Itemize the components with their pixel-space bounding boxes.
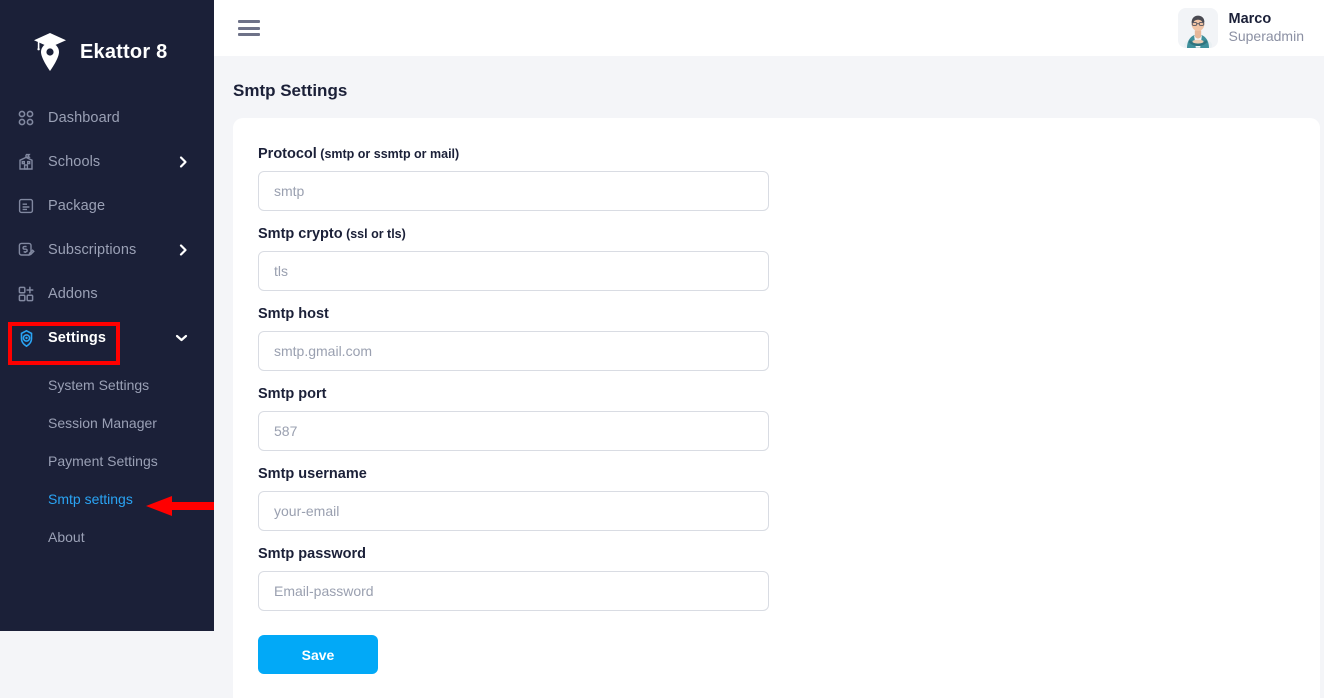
- smtp-host-input[interactable]: [258, 331, 769, 371]
- label-text: Smtp username: [258, 466, 367, 482]
- gear-icon: [16, 328, 36, 348]
- main-content: Smtp Settings Protocol (smtp or ssmtp or…: [214, 56, 1324, 698]
- sidebar: Ekattor 8 Dashboard Schools Package Subs…: [0, 0, 214, 631]
- smtp-password-input[interactable]: [258, 571, 769, 611]
- top-header: Marco Superadmin: [214, 0, 1324, 56]
- protocol-input[interactable]: [258, 171, 769, 211]
- field-protocol: Protocol (smtp or ssmtp or mail): [258, 146, 1320, 226]
- submenu-item-label: System Settings: [48, 377, 150, 393]
- sidebar-item-label: Package: [48, 198, 106, 214]
- sidebar-item-label: Subscriptions: [48, 242, 137, 258]
- smtp-settings-card: Protocol (smtp or ssmtp or mail) Smtp cr…: [233, 118, 1320, 698]
- label-text: Protocol: [258, 146, 317, 162]
- field-smtp-password: Smtp password: [258, 546, 1320, 626]
- label-text: Smtp port: [258, 386, 327, 402]
- sidebar-item-package[interactable]: Package: [0, 184, 214, 228]
- sidebar-item-label: Settings: [48, 330, 106, 346]
- sidebar-item-smtp-settings[interactable]: Smtp settings: [0, 480, 214, 518]
- avatar: [1177, 8, 1218, 48]
- sidebar-item-label: Schools: [48, 154, 101, 170]
- label-text: Smtp crypto: [258, 226, 343, 242]
- grid-dots-icon: [16, 108, 36, 128]
- smtp-crypto-input[interactable]: [258, 251, 769, 291]
- field-label-smtp-port: Smtp port: [258, 386, 1320, 402]
- submenu-item-label: About: [48, 529, 85, 545]
- submenu-item-label: Payment Settings: [48, 453, 158, 469]
- label-text: Smtp host: [258, 306, 329, 322]
- submenu-item-label: Session Manager: [48, 415, 157, 431]
- user-role: Superadmin: [1228, 28, 1305, 45]
- sidebar-item-label: Addons: [48, 286, 98, 302]
- field-label-smtp-crypto: Smtp crypto (ssl or tls): [258, 226, 1320, 242]
- user-menu[interactable]: Marco Superadmin: [1177, 8, 1305, 48]
- chevron-right-icon[interactable]: [179, 156, 188, 169]
- brand[interactable]: Ekattor 8: [0, 0, 214, 80]
- sidebar-item-about[interactable]: About: [0, 518, 214, 556]
- sidebar-item-payment-settings[interactable]: Payment Settings: [0, 442, 214, 480]
- sidebar-item-settings[interactable]: Settings: [0, 316, 214, 360]
- field-smtp-host: Smtp host: [258, 306, 1320, 386]
- sidebar-item-addons[interactable]: Addons: [0, 272, 214, 316]
- addons-plus-icon: [16, 284, 36, 304]
- label-hint: (ssl or tls): [342, 227, 406, 241]
- sidebar-item-dashboard[interactable]: Dashboard: [0, 96, 214, 140]
- package-card-icon: [16, 196, 36, 216]
- brand-name: Ekattor 8: [80, 40, 168, 63]
- save-button[interactable]: Save: [258, 635, 378, 674]
- subscription-icon: [16, 240, 36, 260]
- field-label-smtp-host: Smtp host: [258, 306, 1320, 322]
- chevron-down-icon[interactable]: [175, 334, 188, 343]
- field-label-protocol: Protocol (smtp or ssmtp or mail): [258, 146, 1320, 162]
- field-smtp-crypto: Smtp crypto (ssl or tls): [258, 226, 1320, 306]
- sidebar-nav: Dashboard Schools Package Subscriptions …: [0, 96, 214, 556]
- field-label-smtp-username: Smtp username: [258, 466, 1320, 482]
- field-smtp-port: Smtp port: [258, 386, 1320, 466]
- chevron-right-icon[interactable]: [179, 244, 188, 257]
- sidebar-item-schools[interactable]: Schools: [0, 140, 214, 184]
- sidebar-item-label: Dashboard: [48, 110, 120, 126]
- sidebar-item-subscriptions[interactable]: Subscriptions: [0, 228, 214, 272]
- app-root: Ekattor 8 Dashboard Schools Package Subs…: [0, 0, 1324, 698]
- sidebar-item-session-manager[interactable]: Session Manager: [0, 404, 214, 442]
- smtp-settings-form: Protocol (smtp or ssmtp or mail) Smtp cr…: [233, 118, 1320, 674]
- settings-submenu: System Settings Session Manager Payment …: [0, 366, 214, 556]
- label-hint: (smtp or ssmtp or mail): [316, 147, 460, 161]
- school-icon: [16, 152, 36, 172]
- smtp-port-input[interactable]: [258, 411, 769, 451]
- smtp-username-input[interactable]: [258, 491, 769, 531]
- hamburger-icon[interactable]: [238, 20, 260, 36]
- label-text: Smtp password: [258, 546, 366, 562]
- graduation-cap-pin-logo-icon: [30, 31, 70, 73]
- sidebar-item-system-settings[interactable]: System Settings: [0, 366, 214, 404]
- page-title: Smtp Settings: [233, 81, 348, 100]
- submenu-item-label: Smtp settings: [48, 491, 133, 507]
- field-smtp-username: Smtp username: [258, 466, 1320, 546]
- user-name: Marco: [1228, 11, 1272, 28]
- field-label-smtp-password: Smtp password: [258, 546, 1320, 562]
